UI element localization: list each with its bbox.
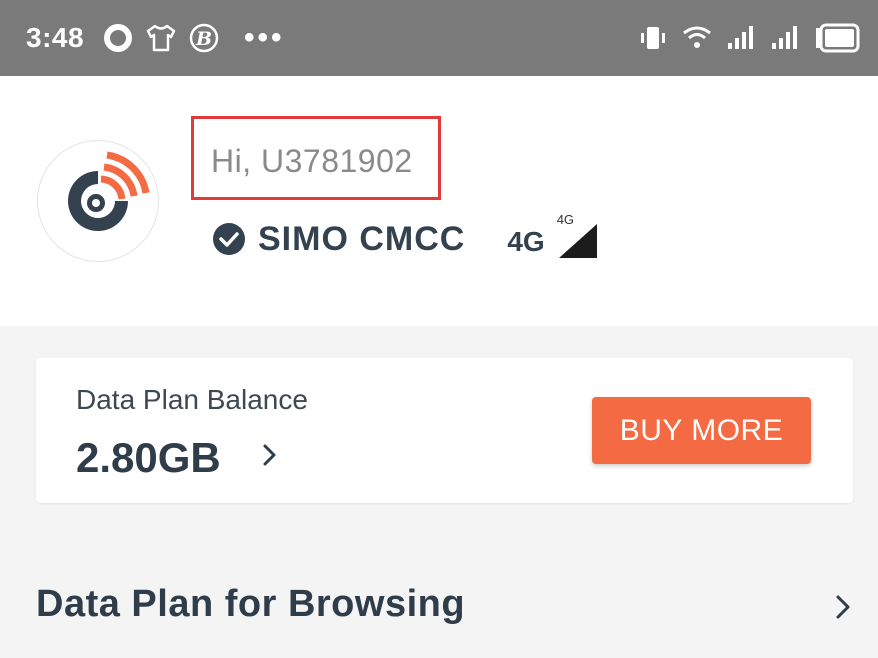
vibrate-icon xyxy=(641,27,665,49)
operator-row: SIMO CMCC 4G 4G xyxy=(212,212,599,262)
signal-disc-icon xyxy=(68,151,150,231)
circle-icon xyxy=(104,24,133,52)
shirt-icon xyxy=(146,24,176,52)
greeting-text: Hi, U3781902 xyxy=(211,143,413,179)
data-balance-card[interactable]: Data Plan Balance 2.80GB BUY MORE xyxy=(36,358,853,503)
cell-signal-icon xyxy=(558,224,597,258)
check-circle-icon xyxy=(213,223,245,255)
signal-icon xyxy=(772,26,797,49)
more-dots-icon: ••• xyxy=(244,21,285,54)
svg-text:B: B xyxy=(195,28,212,50)
section-title[interactable]: Data Plan for Browsing xyxy=(36,583,465,626)
account-header: Hi, U3781902 SIMO CMCC 4G 4G xyxy=(0,76,878,326)
wifi-icon xyxy=(683,26,711,48)
battery-icon xyxy=(816,23,860,53)
operator-name: SIMO CMCC xyxy=(258,219,466,258)
status-time: 3:48 xyxy=(26,22,85,53)
chevron-right-icon[interactable] xyxy=(833,592,853,622)
balance-value[interactable]: 2.80GB xyxy=(76,434,221,482)
balance-label: Data Plan Balance xyxy=(76,384,308,415)
status-bar: 3:48 B ••• xyxy=(0,0,878,76)
app-logo xyxy=(37,140,159,262)
greeting-highlight: Hi, U3781902 xyxy=(191,116,441,200)
notification-icons: B ••• xyxy=(102,22,285,54)
signal-icon xyxy=(728,26,753,49)
chevron-right-icon[interactable] xyxy=(258,440,282,470)
system-icons xyxy=(638,23,860,53)
network-type: 4G xyxy=(507,226,545,257)
b-badge-icon: B xyxy=(189,23,219,53)
buy-more-button[interactable]: BUY MORE xyxy=(592,397,811,464)
network-signal: 4G xyxy=(557,212,599,260)
